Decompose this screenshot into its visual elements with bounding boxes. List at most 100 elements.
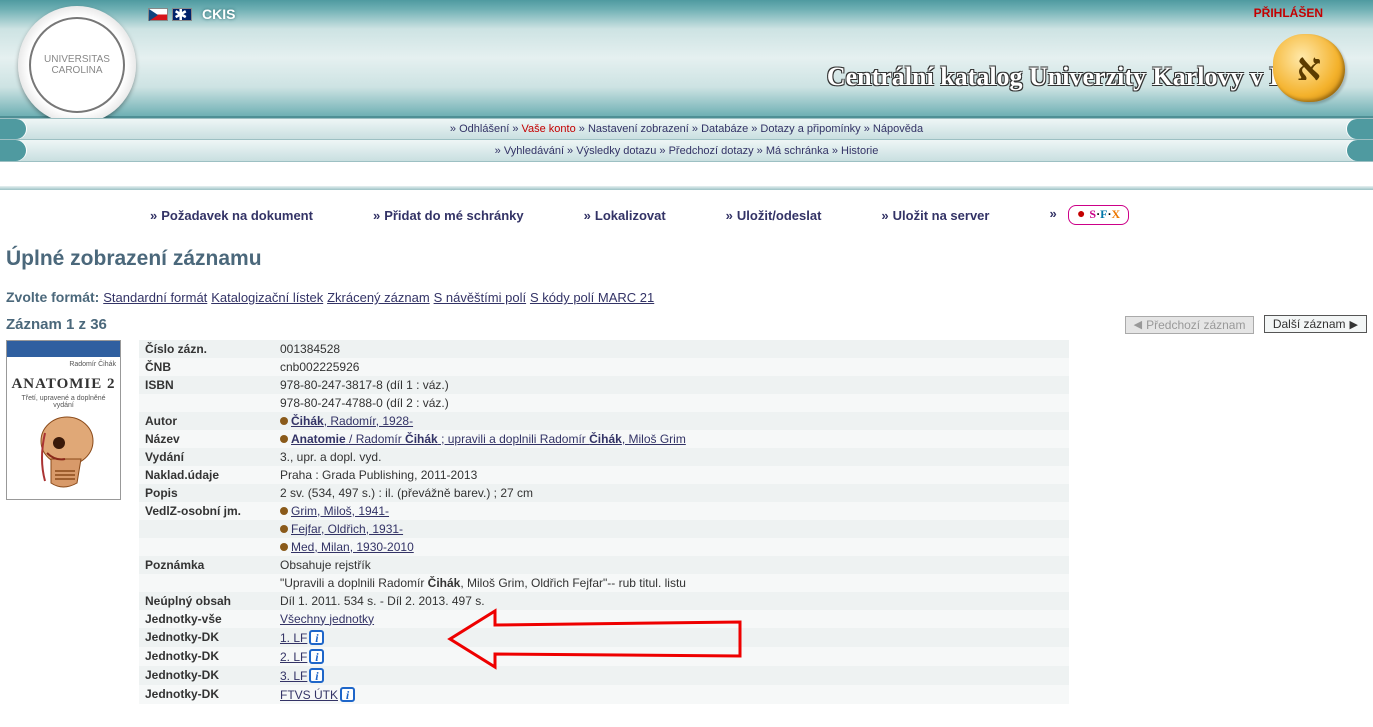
record-table: Číslo zázn.001384528ČNBcnb002225926ISBN9… (139, 340, 1069, 704)
record-link[interactable]: Grim, Miloš, 1941- (291, 504, 389, 518)
navbar-cap-right (1347, 140, 1373, 161)
record-link[interactable]: Anatomie / Radomír Čihák ; upravili a do… (291, 432, 686, 446)
bullet-icon (280, 525, 288, 533)
record-field-value: 2 sv. (534, 497 s.) : il. (převážně bare… (274, 484, 1069, 502)
info-icon[interactable]: i (340, 687, 355, 702)
record-wrap: Radomír Čihák ANATOMIE 2 Třetí, upravené… (6, 340, 1367, 704)
record-row: Jednotky-DK2. LFi (139, 647, 1069, 666)
record-field-label: Název (139, 430, 274, 448)
record-field-label: Jednotky-DK (139, 666, 274, 685)
record-link[interactable]: Med, Milan, 1930-2010 (291, 540, 414, 554)
nav2-item[interactable]: Má schránka (766, 145, 829, 157)
aleph-icon: א (1273, 34, 1345, 102)
nav2-item[interactable]: Výsledky dotazu (576, 145, 656, 157)
action-link[interactable]: »Uložit/odeslat (726, 208, 822, 223)
format-link[interactable]: S kódy polí MARC 21 (530, 290, 654, 305)
nav2-item[interactable]: Historie (841, 145, 878, 157)
record-row: Med, Milan, 1930-2010 (139, 538, 1069, 556)
record-field-label: Poznámka (139, 556, 274, 574)
record-field-value: 1. LFi (274, 628, 1069, 647)
record-row: VedlZ-osobní jm. Grim, Miloš, 1941- (139, 502, 1069, 520)
record-field-value: Fejfar, Oldřich, 1931- (274, 520, 1069, 538)
record-field-value: FTVS ÚTKi (274, 685, 1069, 704)
info-icon[interactable]: i (309, 668, 324, 683)
navbar-cap-left (0, 119, 26, 139)
record-field-value: 978-80-247-3817-8 (díl 1 : váz.) (274, 376, 1069, 394)
record-nav: Záznam 1 z 36 ◀ Předchozí záznam Další z… (6, 315, 1367, 334)
record-link[interactable]: Všechny jednotky (280, 612, 374, 626)
prev-record-button: ◀ Předchozí záznam (1125, 316, 1255, 334)
lang-flags: CKIS (148, 6, 235, 22)
nav1-item[interactable]: Nastavení zobrazení (588, 123, 689, 135)
nav1-item[interactable]: Nápověda (873, 123, 923, 135)
format-link[interactable]: Standardní formát (103, 290, 207, 305)
record-field-label: Jednotky-vše (139, 610, 274, 628)
record-row: Název Anatomie / Radomír Čihák ; upravili… (139, 430, 1069, 448)
record-row: Jednotky-DKFTVS ÚTKi (139, 685, 1069, 704)
flag-gb[interactable] (172, 8, 192, 21)
record-row: Jednotky-DK1. LFi (139, 628, 1069, 647)
bullet-icon (280, 543, 288, 551)
record-field-label: Popis (139, 484, 274, 502)
nav2-item[interactable]: Předchozí dotazy (669, 145, 754, 157)
record-field-label: Jednotky-DK (139, 628, 274, 647)
record-row: Vydání3., upr. a dopl. vyd. (139, 448, 1069, 466)
page-title: Úplné zobrazení záznamu (6, 247, 1367, 271)
triangle-left-icon: ◀ (1134, 318, 1142, 331)
record-field-value: Med, Milan, 1930-2010 (274, 538, 1069, 556)
login-status[interactable]: PŘIHLÁŠEN (1254, 6, 1323, 20)
navbar-cap-left (0, 140, 26, 161)
book-cover[interactable]: Radomír Čihák ANATOMIE 2 Třetí, upravené… (6, 340, 121, 500)
record-field-label: VedlZ-osobní jm. (139, 502, 274, 520)
record-row: Jednotky-DK 3. LFi (139, 666, 1069, 685)
header: UNIVERSITASCAROLINA CKIS PŘIHLÁŠEN Centr… (0, 0, 1373, 118)
record-field-value: Čihák, Radomír, 1928- (274, 412, 1069, 430)
record-link[interactable]: 3. LF (280, 669, 307, 683)
navbar-primary: » Odhlášení » Vaše konto » Nastavení zob… (0, 118, 1373, 140)
content: Úplné zobrazení záznamu Zvolte formát: S… (0, 239, 1373, 724)
format-link[interactable]: Zkrácený záznam (327, 290, 430, 305)
nav1-item[interactable]: Dotazy a připomínky (760, 123, 860, 135)
record-field-label: Neúplný obsah (139, 592, 274, 610)
record-link[interactable]: Čihák, Radomír, 1928- (291, 414, 413, 428)
next-record-button[interactable]: Další záznam ▶ (1264, 315, 1367, 333)
record-row: Popis2 sv. (534, 497 s.) : il. (převážně… (139, 484, 1069, 502)
format-label: Zvolte formát: (6, 289, 99, 305)
record-field-label (139, 394, 274, 412)
flag-cz[interactable] (148, 8, 168, 21)
format-link[interactable]: Katalogizační lístek (211, 290, 323, 305)
record-count: Záznam 1 z 36 (6, 316, 107, 333)
sfx-link[interactable]: » ●S·F·X (1049, 205, 1129, 225)
record-field-label: Autor (139, 412, 274, 430)
triangle-right-icon: ▶ (1350, 318, 1358, 331)
record-link[interactable]: 1. LF (280, 631, 307, 645)
record-link[interactable]: 2. LF (280, 650, 307, 664)
record-link[interactable]: Fejfar, Oldřich, 1931- (291, 522, 403, 536)
info-icon[interactable]: i (309, 630, 324, 645)
action-link[interactable]: »Lokalizovat (584, 208, 666, 223)
record-field-label: Naklad.údaje (139, 466, 274, 484)
record-field-value: Grim, Miloš, 1941- (274, 502, 1069, 520)
info-icon[interactable]: i (309, 649, 324, 664)
record-row: Fejfar, Oldřich, 1931- (139, 520, 1069, 538)
format-row: Zvolte formát: Standardní formát Katalog… (6, 289, 1367, 305)
record-field-value: Anatomie / Radomír Čihák ; upravili a do… (274, 430, 1069, 448)
action-link[interactable]: »Přidat do mé schránky (373, 208, 524, 223)
action-link[interactable]: »Požadavek na dokument (150, 208, 313, 223)
nav1-item[interactable]: Vaše konto (522, 123, 576, 135)
university-seal: UNIVERSITASCAROLINA (18, 6, 136, 124)
main-title: Centrální katalog Univerzity Karlovy v P… (827, 62, 1333, 92)
record-row: PoznámkaObsahuje rejstřík (139, 556, 1069, 574)
nav2-item[interactable]: Vyhledávání (504, 145, 564, 157)
record-row: Neúplný obsahDíl 1. 2011. 534 s. - Díl 2… (139, 592, 1069, 610)
action-link[interactable]: »Uložit na server (881, 208, 989, 223)
record-link[interactable]: FTVS ÚTK (280, 688, 338, 702)
format-link[interactable]: S návěštími polí (434, 290, 527, 305)
brand-label: CKIS (202, 6, 235, 22)
record-field-label: ISBN (139, 376, 274, 394)
record-field-value: 978-80-247-4788-0 (díl 2 : váz.) (274, 394, 1069, 412)
nav1-item[interactable]: Databáze (701, 123, 748, 135)
nav1-item[interactable]: Odhlášení (459, 123, 509, 135)
record-row: Autor Čihák, Radomír, 1928- (139, 412, 1069, 430)
bullet-icon (280, 507, 288, 515)
